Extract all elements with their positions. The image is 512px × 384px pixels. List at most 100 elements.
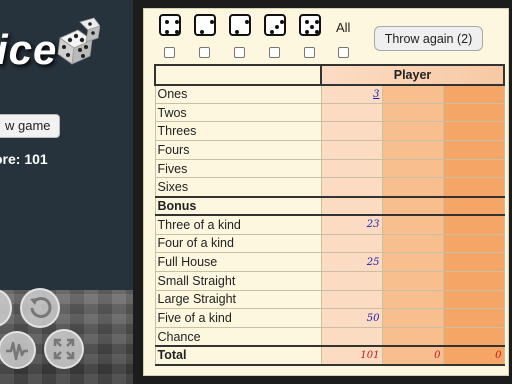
hold-checkbox-5[interactable] <box>304 47 315 58</box>
die-pip <box>210 20 214 24</box>
die-pip <box>310 25 314 29</box>
row-label: Twos <box>154 102 322 123</box>
score-cell[interactable] <box>320 158 383 179</box>
score-cell[interactable] <box>320 270 383 291</box>
table-row: Ones 3 <box>154 84 505 104</box>
score-cell <box>381 214 444 235</box>
table-row: Fives <box>154 158 505 179</box>
score-cell[interactable]: 3 <box>320 84 383 104</box>
score-cell[interactable] <box>320 326 383 347</box>
undo-button[interactable] <box>20 288 60 328</box>
die-pip <box>165 30 169 34</box>
select-all-checkbox[interactable] <box>338 47 349 58</box>
die-1[interactable] <box>159 14 181 36</box>
score-cell <box>381 289 444 310</box>
score-cell <box>442 326 505 347</box>
score-cell <box>381 195 444 217</box>
die-pip <box>245 20 249 24</box>
undo-icon <box>30 297 52 318</box>
score-cell[interactable] <box>320 233 383 254</box>
score-cell[interactable]: 25 <box>320 252 383 272</box>
score-cell <box>442 214 505 235</box>
score-cell[interactable] <box>320 195 383 217</box>
table-row: Four of a kind <box>154 233 505 254</box>
score-cell <box>442 158 505 179</box>
table-row: Large Straight <box>154 289 505 310</box>
die-pip <box>165 20 169 24</box>
score-cell <box>442 289 505 310</box>
score-cell[interactable] <box>320 177 383 198</box>
throw-again-button[interactable]: Throw again (2) <box>374 26 483 51</box>
score-cell <box>442 270 505 291</box>
score-cell[interactable] <box>320 289 383 310</box>
die-pip <box>270 30 274 34</box>
score-cell <box>381 270 444 291</box>
table-header-row: Player <box>154 64 506 86</box>
row-label: Large Straight <box>154 289 322 310</box>
total-cell: 0 <box>442 345 505 366</box>
score-cell <box>442 252 505 272</box>
row-label: Bonus <box>154 195 322 217</box>
die-pip <box>315 20 319 24</box>
fullscreen-button[interactable] <box>44 329 84 369</box>
new-game-button[interactable]: w game <box>0 114 60 138</box>
die-pip <box>280 20 284 24</box>
score-cell <box>442 102 505 123</box>
total-cell: 0 <box>381 345 444 366</box>
hold-checkbox-1[interactable] <box>164 47 175 58</box>
die-pip <box>315 30 319 34</box>
score-cell <box>381 252 444 272</box>
row-label: Full House <box>154 252 322 272</box>
score-cell[interactable]: 23 <box>320 214 383 235</box>
score-cell[interactable] <box>320 140 383 160</box>
header-blank-cell <box>154 64 322 86</box>
table-row: Twos <box>154 102 505 123</box>
table-row: Fours <box>154 140 505 160</box>
score-display: ore: 101 <box>0 151 48 167</box>
score-cell <box>381 326 444 347</box>
row-label: Fours <box>154 140 322 160</box>
score-cell[interactable] <box>320 121 383 142</box>
score-cell <box>442 177 505 198</box>
player-header: Player <box>319 64 506 86</box>
die-3[interactable] <box>229 14 251 36</box>
table-row: Sixes <box>154 177 505 198</box>
row-label: Small Straight <box>154 270 322 291</box>
score-cell <box>442 308 505 328</box>
table-row: Small Straight <box>154 270 505 291</box>
score-cell <box>381 140 444 160</box>
row-label: Four of a kind <box>154 233 322 254</box>
die-pip <box>200 30 204 34</box>
score-cell <box>381 121 444 142</box>
die-pip <box>175 30 179 34</box>
score-cell <box>442 84 505 104</box>
score-cell[interactable]: 50 <box>320 308 383 328</box>
score-cell <box>381 158 444 179</box>
total-row: Total 101 0 0 <box>154 345 505 366</box>
table-row: Five of a kind 50 <box>154 308 505 328</box>
row-label: Threes <box>154 121 322 142</box>
score-cell <box>442 233 505 254</box>
table-row: Bonus <box>154 195 505 217</box>
hold-checkbox-4[interactable] <box>269 47 280 58</box>
score-cell[interactable] <box>320 102 383 123</box>
row-label: Ones <box>154 84 322 104</box>
score-cell <box>442 121 505 142</box>
scorecard-panel: All Throw again (2) Player Ones 3 Twos Thre… <box>143 8 509 376</box>
row-label: Fives <box>154 158 322 179</box>
table-row: Full House 25 <box>154 252 505 272</box>
score-cell <box>442 140 505 160</box>
score-cell <box>381 102 444 123</box>
hold-checkbox-3[interactable] <box>234 47 245 58</box>
die-pip <box>235 30 239 34</box>
die-5[interactable] <box>299 14 321 36</box>
hold-checkbox-2[interactable] <box>199 47 210 58</box>
die-2[interactable] <box>194 14 216 36</box>
table-row: Three of a kind 23 <box>154 214 505 235</box>
die-4[interactable] <box>264 14 286 36</box>
score-cell <box>381 177 444 198</box>
table-row: Chance <box>154 326 505 347</box>
score-table: Player Ones 3 Twos Threes Fours Fives Sixes Bon… <box>154 64 506 366</box>
dice-logo-icon <box>57 17 100 65</box>
score-cell <box>381 308 444 328</box>
